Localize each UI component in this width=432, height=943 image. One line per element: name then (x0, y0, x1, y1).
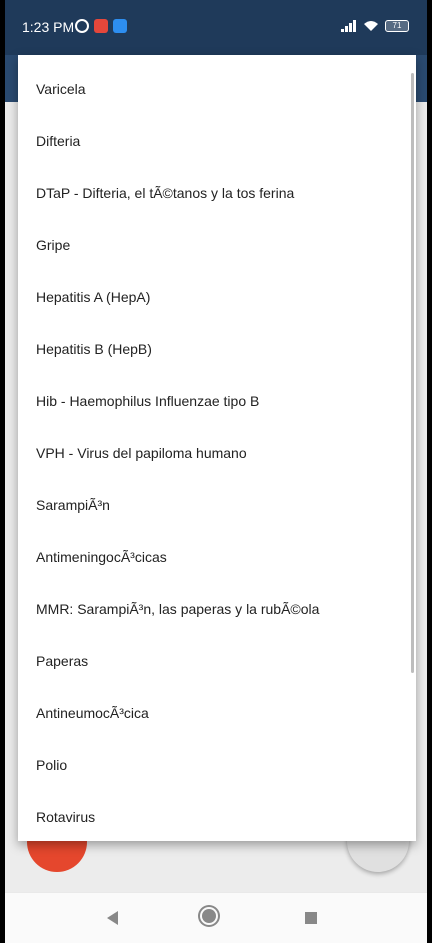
recents-icon[interactable] (305, 912, 317, 924)
dropdown-scrollbar[interactable] (411, 73, 414, 673)
dropdown-item-hepa[interactable]: Hepatitis A (HepA) (18, 271, 416, 323)
status-bar: 1:23 PM 71 (5, 0, 427, 55)
dropdown-item-sarampion[interactable]: SarampiÃ³n (18, 479, 416, 531)
dropdown-item-antineumococica[interactable]: AntineumocÃ³cica (18, 687, 416, 739)
dropdown-item-polio[interactable]: Polio (18, 739, 416, 791)
home-icon[interactable] (202, 909, 216, 923)
app-notification-icon (94, 19, 108, 33)
signal-icon (341, 20, 357, 32)
navigation-bar (5, 893, 427, 943)
dropdown-item-mmr[interactable]: MMR: SarampiÃ³n, las paperas y la rubÃ©o… (18, 583, 416, 635)
app-notification-icon-2 (113, 19, 127, 33)
vaccine-dropdown-menu: Varicela Difteria DTaP - Difteria, el tÃ… (18, 55, 416, 841)
status-icons-left (75, 19, 127, 33)
dropdown-item-hepb[interactable]: Hepatitis B (HepB) (18, 323, 416, 375)
wifi-icon (364, 21, 378, 31)
status-time: 1:23 PM (22, 19, 75, 35)
status-icons-right: 71 (341, 20, 409, 32)
dropdown-item-difteria[interactable]: Difteria (18, 115, 416, 167)
dropdown-item-antimeningococicas[interactable]: AntimeningocÃ³cicas (18, 531, 416, 583)
back-icon[interactable] (107, 911, 118, 925)
dropdown-item-rotavirus[interactable]: Rotavirus (18, 791, 416, 841)
dropdown-item-hib[interactable]: Hib - Haemophilus Influenzae tipo B (18, 375, 416, 427)
dropdown-item-varicela[interactable]: Varicela (18, 63, 416, 115)
alarm-icon (75, 19, 89, 33)
dropdown-item-gripe[interactable]: Gripe (18, 219, 416, 271)
battery-icon: 71 (385, 20, 409, 32)
dropdown-item-dtap[interactable]: DTaP - Difteria, el tÃ©tanos y la tos fe… (18, 167, 416, 219)
dropdown-item-vph[interactable]: VPH - Virus del papiloma humano (18, 427, 416, 479)
dropdown-item-paperas[interactable]: Paperas (18, 635, 416, 687)
